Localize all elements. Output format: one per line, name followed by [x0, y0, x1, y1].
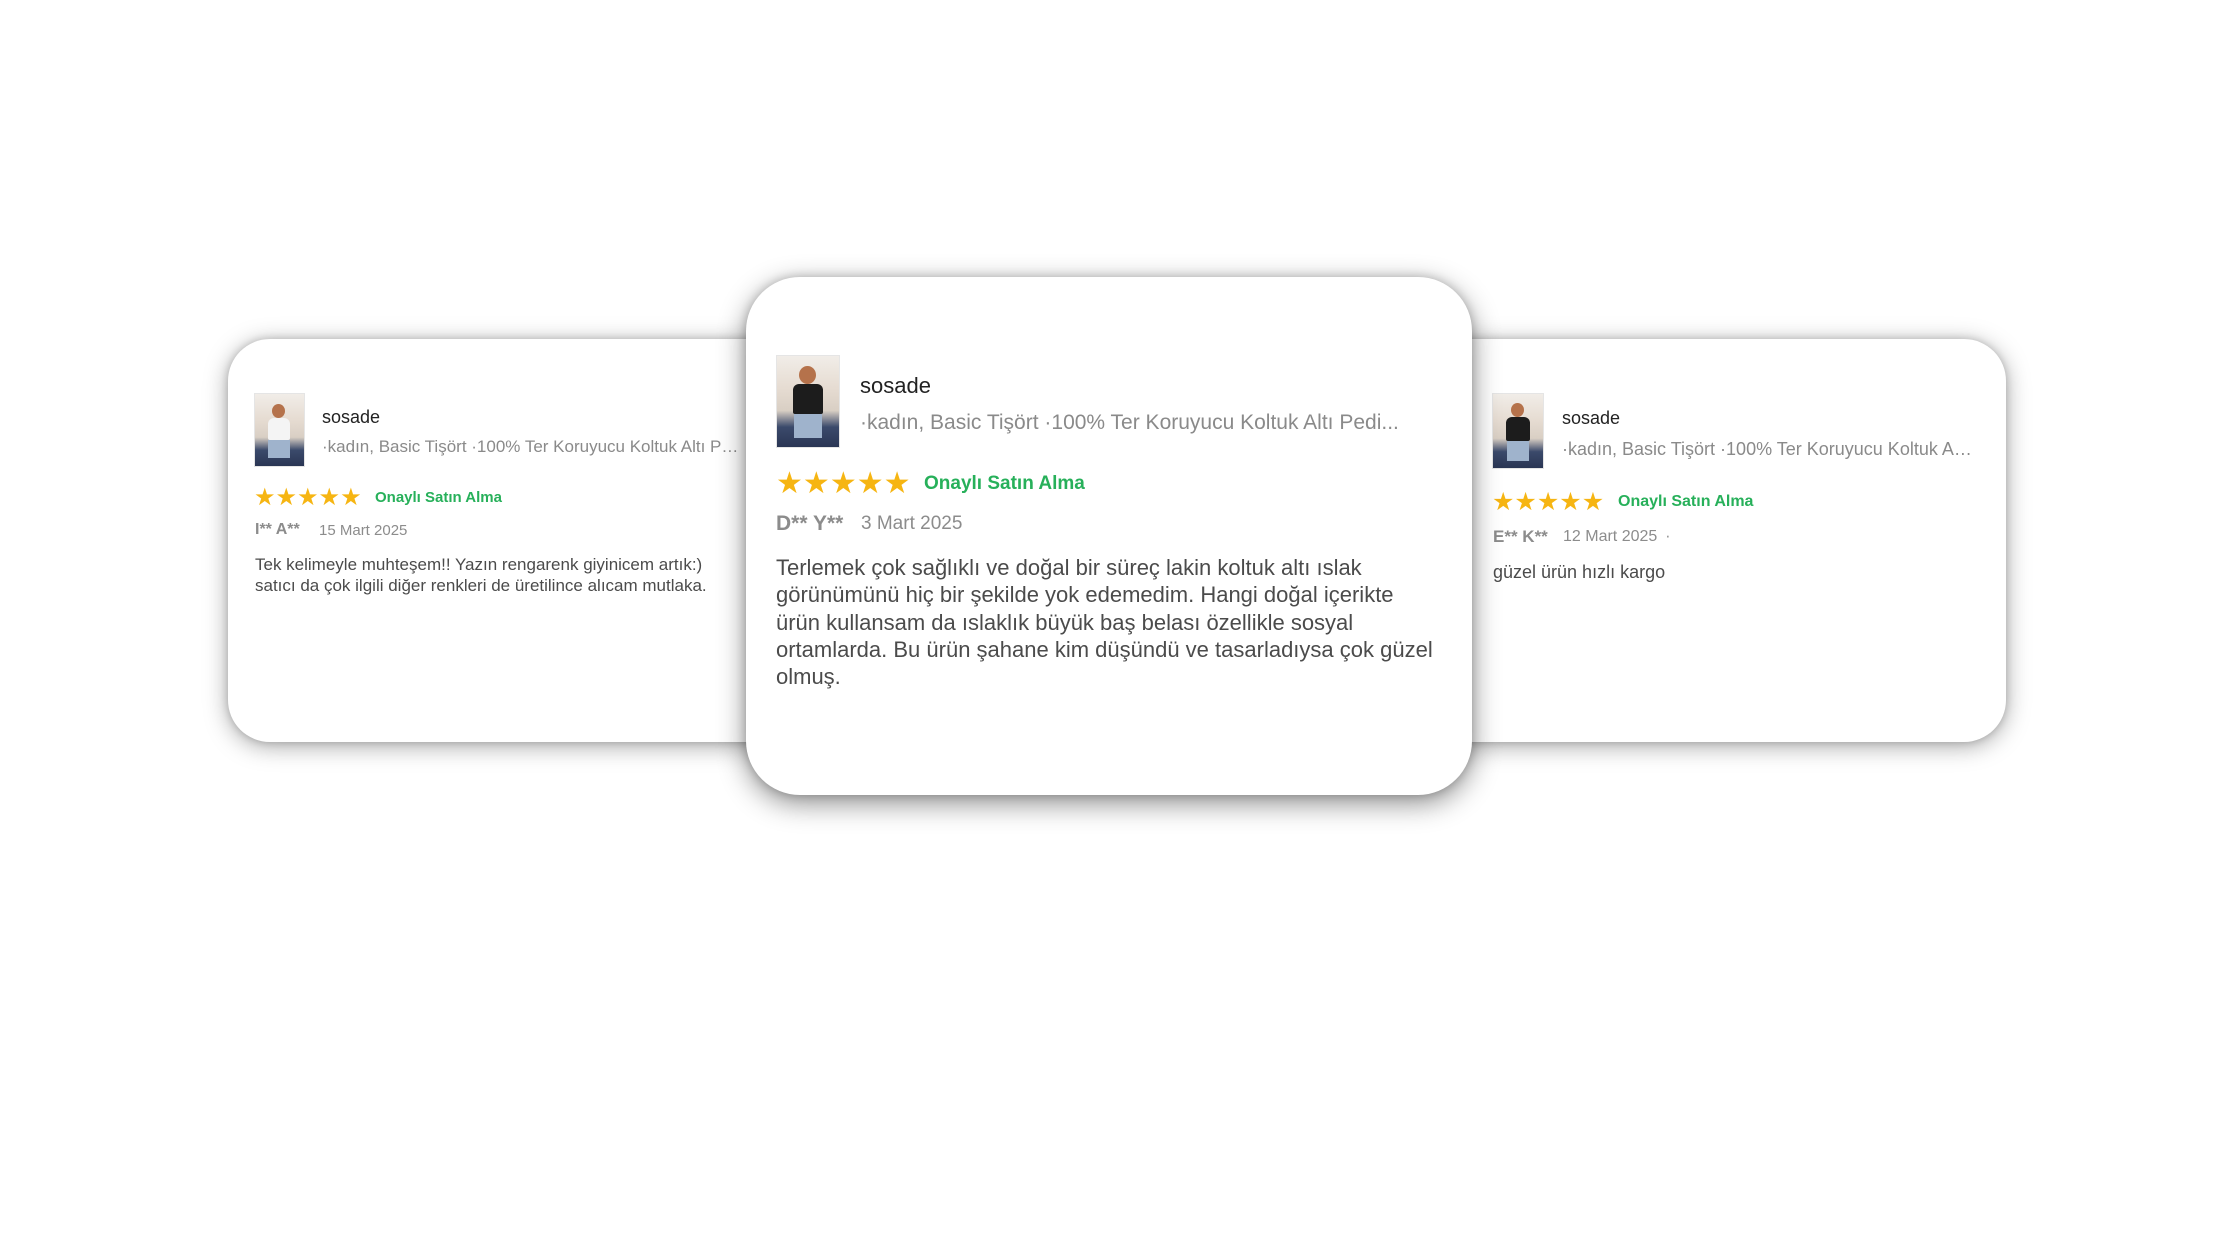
- star-icon: ★: [1536, 488, 1560, 516]
- review-date: 12 Mart 2025: [1563, 528, 1658, 545]
- star-icon: ★: [829, 467, 857, 500]
- product-thumbnail[interactable]: [254, 393, 305, 467]
- star-icon: ★: [1559, 488, 1582, 516]
- verified-purchase-badge: Onaylı Satın Alma: [1618, 493, 1754, 510]
- product-title[interactable]: ·kadın, Basic Tişört ·100% Ter Koruyucu …: [1562, 439, 1972, 460]
- product-thumbnail[interactable]: [776, 355, 840, 448]
- star-icon: ★: [318, 484, 341, 511]
- review-date: 15 Mart 2025: [319, 522, 408, 539]
- verified-purchase-badge: Onaylı Satın Alma: [924, 473, 1085, 494]
- star-rating: ★ ★ ★ ★ ★: [1492, 490, 1604, 515]
- verified-purchase-badge: Onaylı Satın Alma: [375, 489, 502, 506]
- product-thumbnail[interactable]: [1492, 393, 1544, 469]
- star-icon: ★: [1492, 488, 1515, 516]
- separator-dot: ·: [1665, 526, 1671, 545]
- star-icon: ★: [275, 484, 298, 511]
- seller-name[interactable]: sosade: [860, 373, 931, 399]
- product-title[interactable]: ·kadın, Basic Tişört ·100% Ter Koruyucu …: [322, 437, 742, 457]
- review-comment: güzel ürün hızlı kargo: [1493, 562, 1666, 582]
- seller-name[interactable]: sosade: [322, 407, 380, 428]
- review-comment: Tek kelimeyle muhteşem!! Yazın rengarenk…: [255, 555, 707, 596]
- review-comment: Terlemek çok sağlıklı ve doğal bir süreç…: [776, 555, 1433, 690]
- review-date: 3 Mart 2025: [861, 513, 963, 534]
- star-icon: ★: [254, 484, 276, 511]
- product-title[interactable]: ·kadın, Basic Tişört ·100% Ter Koruyucu …: [860, 411, 1442, 435]
- seller-name[interactable]: sosade: [1562, 408, 1620, 429]
- star-icon: ★: [776, 467, 803, 500]
- review-author: D** Y**: [776, 512, 844, 535]
- star-icon: ★: [856, 467, 884, 500]
- review-card-center[interactable]: sosade ·kadın, Basic Tişört ·100% Ter Ko…: [746, 277, 1472, 795]
- star-rating: ★ ★ ★ ★ ★: [254, 486, 362, 510]
- star-icon: ★: [297, 484, 319, 511]
- star-icon: ★: [1581, 488, 1605, 516]
- review-carousel: sosade ·kadın, Basic Tişört ·100% Ter Ko…: [0, 0, 2220, 1248]
- star-rating: ★ ★ ★ ★ ★: [776, 469, 911, 499]
- star-icon: ★: [340, 484, 362, 511]
- star-icon: ★: [1514, 488, 1537, 516]
- review-author: E** K**: [1493, 527, 1548, 546]
- star-icon: ★: [883, 467, 911, 500]
- star-icon: ★: [802, 467, 830, 500]
- review-author: I** A**: [255, 521, 300, 538]
